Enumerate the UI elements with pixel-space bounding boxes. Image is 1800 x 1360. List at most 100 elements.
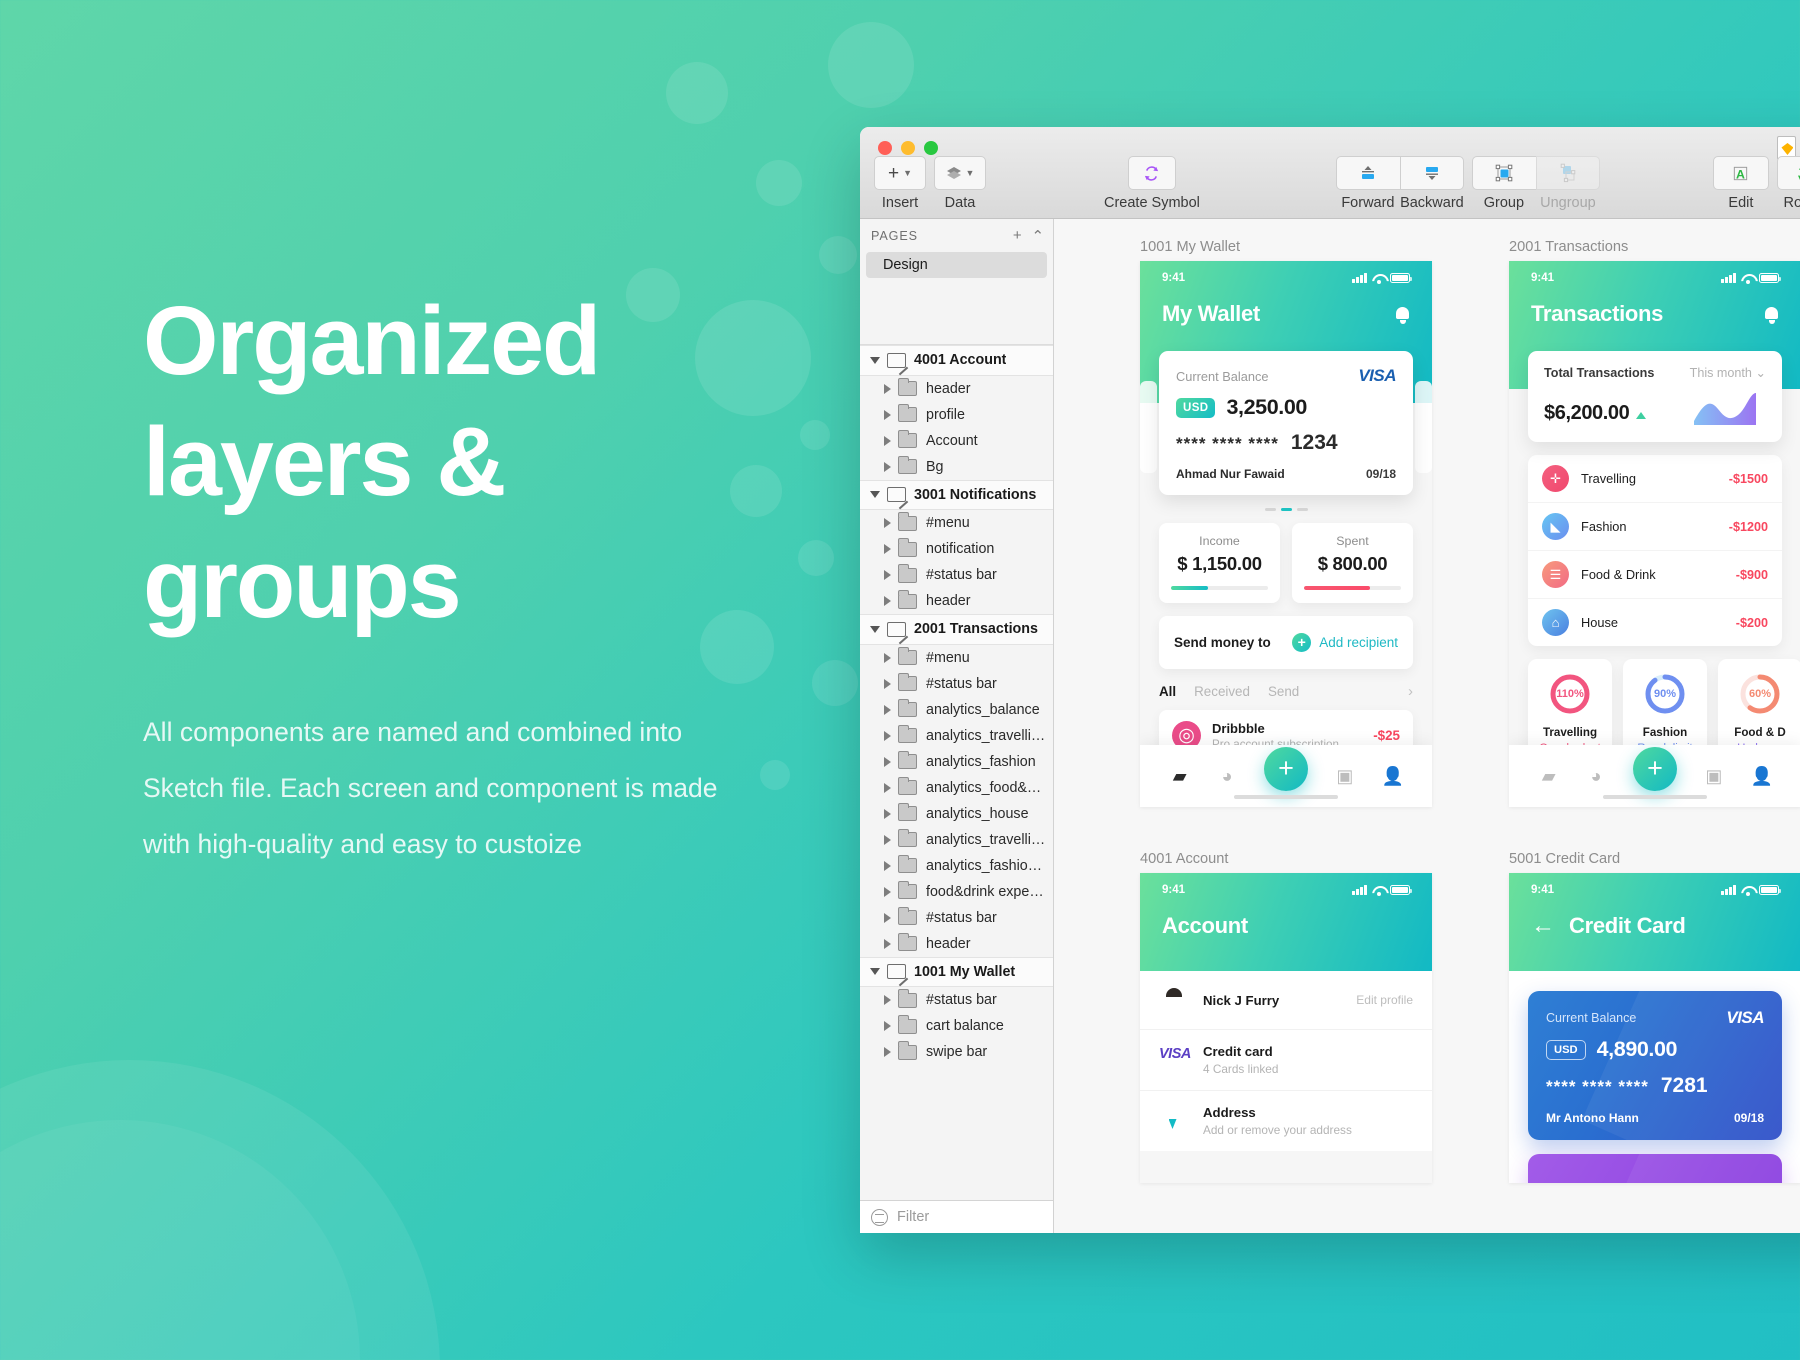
bottom-nav[interactable]: ▰ ◕ + ▣ 👤 (1140, 745, 1432, 807)
dot[interactable] (1264, 508, 1276, 512)
card-icon[interactable]: ▣ (1334, 766, 1355, 786)
add-icon[interactable]: + (1632, 747, 1677, 791)
layer-row[interactable]: profile (860, 401, 1053, 428)
layer-row[interactable]: #status bar (860, 670, 1053, 697)
send-money-card[interactable]: Send money to + Add recipient (1159, 615, 1413, 669)
carousel-card-left[interactable] (1140, 381, 1157, 473)
disclosure-triangle-icon[interactable] (884, 678, 891, 689)
layer-row[interactable]: header (860, 588, 1053, 614)
card-icon[interactable]: ▣ (1703, 766, 1724, 786)
toolbar-item-rotate[interactable]: Rotate (1776, 156, 1800, 211)
wallet-icon[interactable]: ▰ (1538, 766, 1559, 786)
toolbar-item-group-ungroup[interactable]: Group Ungroup (1471, 156, 1600, 211)
disclosure-triangle-icon[interactable] (884, 596, 891, 606)
layer-row[interactable]: #menu (860, 510, 1053, 536)
layer-row[interactable]: food&drink expe… (860, 878, 1053, 905)
stat-card-income[interactable]: Income $ 1,150.00 (1159, 523, 1280, 603)
layer-row[interactable]: analytics_fashio… (860, 852, 1053, 879)
toolbar-item-insert[interactable]: + ▼ Insert (874, 156, 926, 211)
layer-row[interactable]: analytics_balance (860, 696, 1053, 723)
artboard-credit-card[interactable]: 5001 Credit Card 9:41 ← Credit Card Curr… (1509, 851, 1800, 1183)
artboard-layer-row[interactable]: 1001 My Wallet (860, 956, 1053, 987)
layer-filter[interactable]: Filter (860, 1200, 1053, 1233)
back-arrow-icon[interactable]: ← (1531, 914, 1555, 938)
add-recipient-button[interactable]: + Add recipient (1292, 632, 1398, 652)
page-item-design[interactable]: Design (866, 252, 1047, 278)
disclosure-triangle-icon[interactable] (870, 625, 880, 633)
layer-row[interactable]: #status bar (860, 987, 1053, 1013)
toolbar-item-create-symbol[interactable]: Create Symbol (1104, 156, 1200, 211)
artboard-layer-row[interactable]: 2001 Transactions (860, 614, 1053, 645)
layer-row[interactable]: header (860, 930, 1053, 957)
layer-row[interactable]: #status bar (860, 904, 1053, 931)
disclosure-triangle-icon[interactable] (884, 834, 891, 845)
category-row[interactable]: ◣ Fashion -$1200 (1528, 503, 1782, 551)
layer-row[interactable]: #status bar (860, 562, 1053, 588)
disclosure-triangle-icon[interactable] (870, 968, 880, 976)
disclosure-triangle-icon[interactable] (884, 1021, 891, 1031)
layer-row[interactable]: analytics_food&… (860, 774, 1053, 801)
backward-button[interactable] (1399, 156, 1464, 190)
stat-card-spent[interactable]: Spent $ 800.00 (1292, 523, 1413, 603)
layer-row[interactable]: analytics_travelli… (860, 722, 1053, 749)
dot-active[interactable] (1280, 508, 1292, 512)
disclosure-triangle-icon[interactable] (884, 730, 891, 741)
chart-icon[interactable]: ◕ (1586, 766, 1607, 786)
close-icon[interactable] (878, 141, 892, 155)
category-row[interactable]: ☰ Food & Drink -$900 (1528, 551, 1782, 599)
layer-row[interactable]: Account (860, 427, 1053, 454)
disclosure-triangle-icon[interactable] (884, 704, 891, 715)
disclosure-triangle-icon[interactable] (884, 652, 891, 663)
disclosure-triangle-icon[interactable] (884, 756, 891, 767)
credit-card-visual[interactable]: Current Balance VISA USD 4,890.00 **** *… (1528, 991, 1782, 1140)
layer-row[interactable]: #menu (860, 644, 1053, 671)
tab-received[interactable]: Received (1194, 684, 1250, 699)
tab-all[interactable]: All (1159, 684, 1176, 699)
disclosure-triangle-icon[interactable] (884, 1047, 891, 1057)
disclosure-triangle-icon[interactable] (870, 356, 880, 364)
disclosure-triangle-icon[interactable] (884, 995, 891, 1005)
artboard-layer-row[interactable]: 4001 Account (860, 345, 1053, 376)
disclosure-triangle-icon[interactable] (884, 886, 891, 897)
account-row-address[interactable]: Address Add or remove your address (1140, 1091, 1432, 1151)
disclosure-triangle-icon[interactable] (884, 570, 891, 580)
disclosure-triangle-icon[interactable] (884, 782, 891, 793)
category-row[interactable]: ⌂ House -$200 (1528, 599, 1782, 646)
sketch-canvas[interactable]: 1001 My Wallet 9:41 My Wallet Current Ba… (1054, 219, 1800, 1233)
transaction-tabs[interactable]: All Received Send › (1140, 669, 1432, 700)
layer-row[interactable]: notification (860, 536, 1053, 562)
toolbar-item-edit[interactable]: A Edit (1712, 156, 1769, 211)
collapse-pages-icon[interactable]: ⌃ (1032, 227, 1045, 245)
maximize-icon[interactable] (924, 141, 938, 155)
period-selector[interactable]: This month ⌄ (1690, 365, 1766, 380)
artboard-layer-row[interactable]: 3001 Notifications (860, 479, 1053, 510)
person-icon[interactable]: 👤 (1751, 766, 1773, 786)
layers-list[interactable]: 4001 Account header profile Account Bg 3001 N… (860, 344, 1053, 1200)
toolbar-item-data[interactable]: ▼ Data (934, 156, 986, 211)
layer-row[interactable]: Bg (860, 453, 1053, 480)
carousel-card-right[interactable] (1415, 381, 1432, 473)
add-page-icon[interactable]: + (1013, 227, 1023, 244)
ungroup-button[interactable] (1535, 156, 1600, 190)
layer-row[interactable]: analytics_travelli… (860, 826, 1053, 853)
layer-row[interactable]: analytics_house (860, 800, 1053, 827)
artboard-transactions[interactable]: 2001 Transactions 9:41 Transactions Tota… (1509, 239, 1800, 807)
disclosure-triangle-icon[interactable] (884, 409, 891, 420)
bottom-nav[interactable]: ▰ ◕ + ▣ 👤 (1509, 745, 1800, 807)
minimize-icon[interactable] (901, 141, 915, 155)
toolbar-item-forward-backward[interactable]: Forward Backward (1335, 156, 1464, 211)
layer-row[interactable]: analytics_fashion (860, 748, 1053, 775)
tab-send[interactable]: Send (1268, 684, 1299, 699)
disclosure-triangle-icon[interactable] (884, 860, 891, 871)
person-icon[interactable]: 👤 (1382, 766, 1404, 786)
credit-card-visual-secondary[interactable] (1528, 1154, 1782, 1183)
disclosure-triangle-icon[interactable] (884, 518, 891, 528)
bell-icon[interactable] (1764, 306, 1779, 324)
artboard-account[interactable]: 4001 Account 9:41 Account Nick J Furry E… (1140, 851, 1432, 1183)
disclosure-triangle-icon[interactable] (884, 435, 891, 446)
layer-row[interactable]: cart balance (860, 1013, 1053, 1039)
artboard-my-wallet[interactable]: 1001 My Wallet 9:41 My Wallet Current Ba… (1140, 239, 1432, 807)
account-row-profile[interactable]: Nick J Furry Edit profile (1140, 971, 1432, 1030)
wallet-icon[interactable]: ▰ (1169, 766, 1190, 786)
chevron-right-icon[interactable]: › (1408, 683, 1413, 700)
